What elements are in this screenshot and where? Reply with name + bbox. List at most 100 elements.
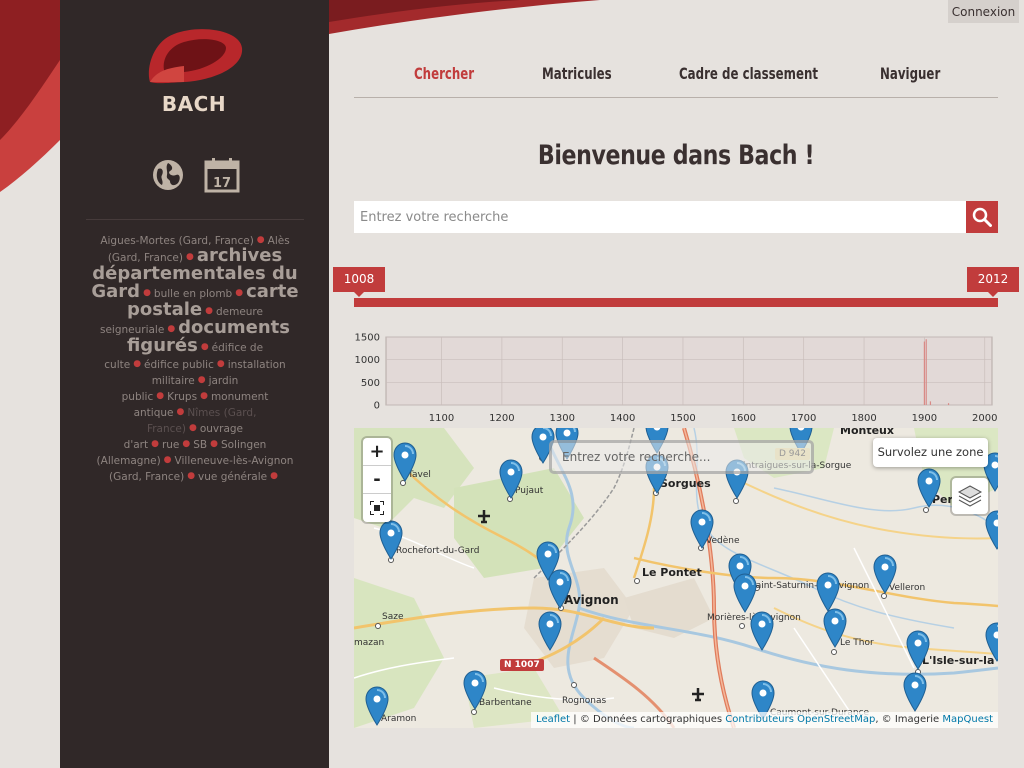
map-marker[interactable] [902,672,928,712]
tag-separator-dot: ● [156,391,165,401]
map-pin-icon [985,510,998,550]
map-marker[interactable] [364,686,390,726]
histogram-x-tick: 1500 [670,413,695,424]
map-place-label: Rognonas [562,696,607,706]
login-button[interactable]: Connexion [948,0,1019,23]
map-pin-icon [750,611,774,651]
tag-separator-dot: ● [197,375,206,385]
tag-link[interactable]: rue [162,439,179,451]
leaflet-link[interactable]: Leaflet [536,714,570,725]
sidebar-icons: 17 [150,157,240,193]
tag-separator-dot: ● [210,439,218,449]
tag-separator-dot: ● [270,471,278,481]
map-place-label: Le Pontet [642,566,702,579]
histogram-x-tick: 1200 [489,413,514,424]
range-end-handle[interactable]: 2012 [967,267,1019,297]
map-marker[interactable] [392,442,418,482]
tag-separator-dot: ● [151,439,159,449]
map-pin-icon [463,670,487,710]
histogram-x-tick: 1600 [731,413,756,424]
map-place-label: Rochefort-du-Gard [396,546,480,556]
zoom-control: + - [363,438,391,522]
map-pin-icon [985,622,998,662]
map-pin-icon [733,573,757,613]
bach-logo[interactable]: BACH [144,26,244,116]
map-marker[interactable] [872,554,898,594]
tag-cloud: Aigues-Mortes (Gard, France) ● Alès (Gard,… [90,231,300,488]
layers-button[interactable] [952,478,988,514]
tag-separator-dot: ● [167,324,176,334]
logo-mark-icon [148,29,243,84]
map-marker[interactable] [732,573,758,613]
range-slider-track[interactable] [354,298,998,307]
search-icon [972,207,992,227]
osm-link[interactable]: Contributeurs OpenStreetMap [725,714,875,725]
map-marker[interactable] [822,608,848,648]
calendar-day: 17 [213,176,231,191]
tag-separator-dot: ● [133,359,142,369]
map-marker[interactable] [689,509,715,549]
nav-item-naviguer[interactable]: Naviguer [880,64,940,83]
mapquest-link[interactable]: MapQuest [942,714,993,725]
sidebar: BACH 17 Aigues-Mortes (Gard, France) ● Alè… [60,0,329,768]
zoom-in-button[interactable]: + [363,438,391,466]
tag-link[interactable]: Krups [167,391,197,403]
histogram-y-tick: 1500 [355,333,380,344]
layers-icon [957,485,983,507]
histogram-bar [925,339,927,405]
map-attribution: Leaflet | © Données cartographiques Cont… [531,712,998,728]
map[interactable]: Tavel Pujaut Sorgues Monteux Entraigues-… [354,428,998,728]
zoom-out-button[interactable]: - [363,466,391,494]
main-nav: Chercher Matricules Cadre de classement … [354,60,998,98]
calendar-icon[interactable]: 17 [204,157,240,193]
map-marker[interactable] [905,630,931,670]
tag-link[interactable]: édifice public [144,359,214,371]
page-title: Bienvenue dans Bach ! [537,140,815,171]
tag-separator-dot: ● [187,471,196,481]
map-pin-icon [690,509,714,549]
map-pin-icon [906,630,930,670]
tag-link[interactable]: SB [193,439,207,451]
search-button[interactable] [966,201,998,233]
map-place-label: Saint-Saturnin-lès-Avignon [750,581,870,591]
map-pin-icon [499,459,523,499]
map-marker[interactable] [462,670,488,710]
range-start-handle[interactable]: 1008 [333,267,385,297]
histogram-x-tick: 1800 [851,413,876,424]
map-marker[interactable] [537,611,563,651]
map-pin-icon [823,608,847,648]
map-pin-icon [917,468,941,508]
map-marker[interactable] [498,459,524,499]
histogram-x-tick: 1700 [791,413,816,424]
map-marker[interactable] [378,520,404,560]
nav-item-cadre-de-classement[interactable]: Cadre de classement [679,64,818,83]
map-marker[interactable] [916,468,942,508]
map-marker[interactable] [547,569,573,609]
fullscreen-button[interactable] [363,494,391,522]
tag-link[interactable]: vue générale [198,471,267,483]
map-pin-icon [393,442,417,482]
map-marker[interactable] [815,572,841,612]
histogram-bar [923,341,925,405]
map-place-label: Saze [382,612,404,622]
tag-separator-dot: ● [235,288,244,298]
histogram-x-tick: 1900 [912,413,937,424]
map-marker[interactable] [984,622,998,662]
fullscreen-icon [369,500,385,516]
tag-separator-dot: ● [200,342,209,352]
map-marker[interactable] [749,611,775,651]
globe-icon[interactable] [150,157,186,193]
histogram-x-tick: 1300 [550,413,575,424]
tag-separator-dot: ● [185,252,194,262]
map-pin-icon [379,520,403,560]
histogram-x-tick: 2000 [972,413,997,424]
search-input[interactable] [354,201,966,233]
histogram-y-tick: 0 [374,401,380,412]
tag-separator-dot: ● [163,455,172,465]
map-marker[interactable] [984,510,998,550]
map-place-label: mazan [354,638,385,648]
nav-item-matricules[interactable]: Matricules [542,64,612,83]
nav-item-chercher[interactable]: Chercher [414,64,474,83]
map-pin-icon [548,569,572,609]
histogram-plot-area [385,336,993,406]
